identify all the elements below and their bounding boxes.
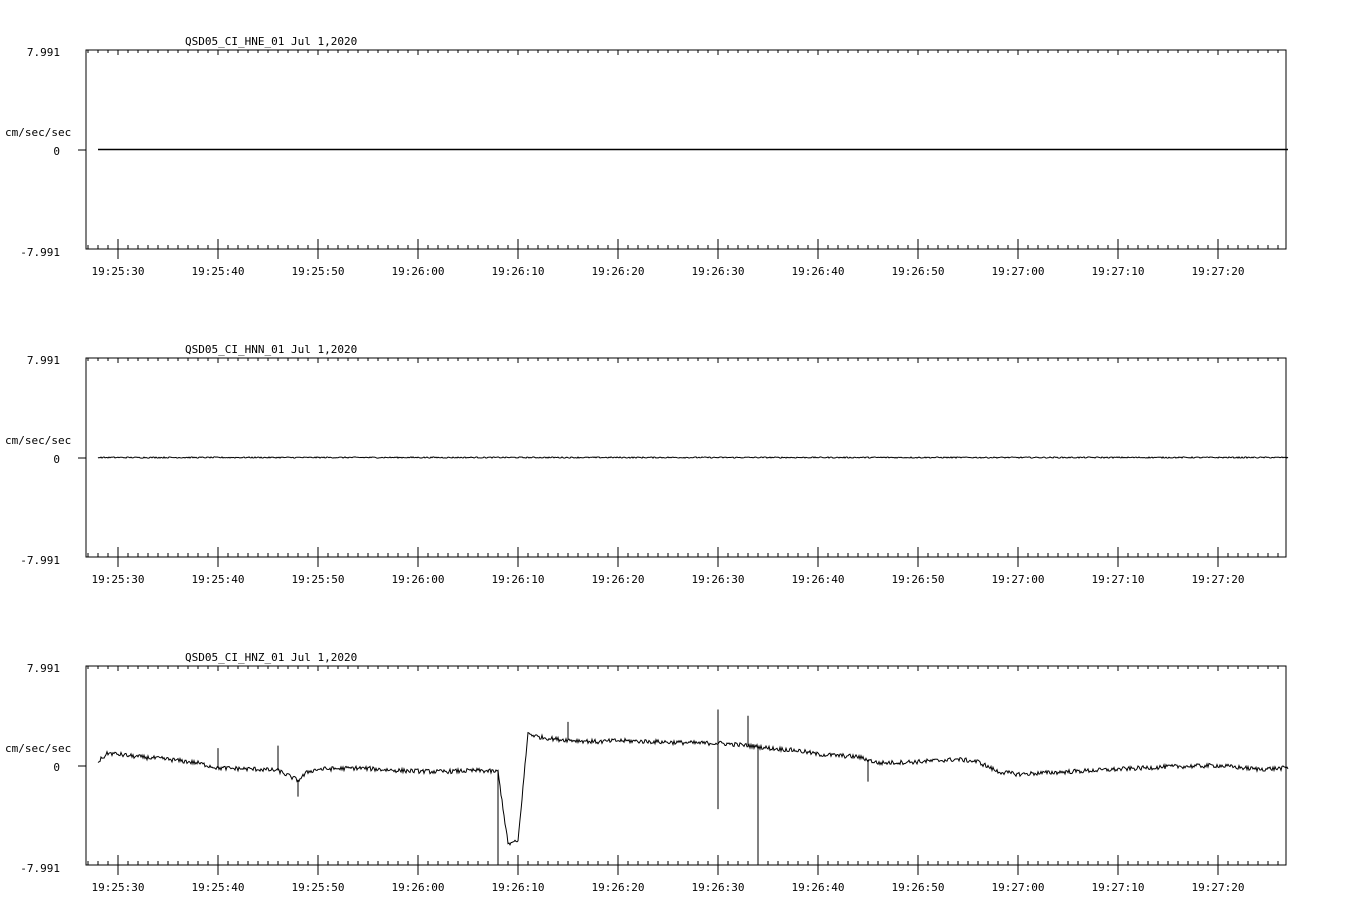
x-tick-label: 19:27:20 xyxy=(1192,265,1245,278)
x-tick-label: 19:26:30 xyxy=(692,881,745,894)
x-tick-label: 19:27:00 xyxy=(992,265,1045,278)
panel-title: QSD05_CI_HNN_01 Jul 1,2020 xyxy=(185,343,357,356)
x-tick-label: 19:26:00 xyxy=(392,573,445,586)
y-tick-bottom: -7.991 xyxy=(20,246,60,259)
x-tick-label: 19:26:50 xyxy=(892,573,945,586)
x-tick-label: 19:25:40 xyxy=(192,881,245,894)
panel-title: QSD05_CI_HNZ_01 Jul 1,2020 xyxy=(185,651,357,664)
x-tick-label: 19:26:20 xyxy=(592,265,645,278)
y-tick-zero: 0 xyxy=(53,453,60,466)
y-tick-zero: 0 xyxy=(53,145,60,158)
x-tick-label: 19:25:50 xyxy=(292,881,345,894)
y-tick-zero: 0 xyxy=(53,761,60,774)
x-tick-label: 19:26:50 xyxy=(892,265,945,278)
panel-hnn: QSD05_CI_HNN_01 Jul 1,2020 7.991 cm/sec/… xyxy=(5,343,1289,586)
x-tick-label: 19:25:40 xyxy=(192,265,245,278)
x-tick-label: 19:26:20 xyxy=(592,881,645,894)
series-line xyxy=(97,731,1289,846)
x-tick-label: 19:27:10 xyxy=(1092,881,1145,894)
x-tick-label: 19:27:10 xyxy=(1092,573,1145,586)
x-tick-label: 19:27:20 xyxy=(1192,881,1245,894)
x-tick-label: 19:25:30 xyxy=(92,573,145,586)
x-tick-label: 19:26:20 xyxy=(592,573,645,586)
x-tick-label: 19:26:10 xyxy=(492,881,545,894)
x-tick-labels: 19:25:30 19:25:40 19:25:50 19:26:00 19:26:10… xyxy=(92,557,1245,586)
x-tick-label: 19:27:20 xyxy=(1192,573,1245,586)
y-axis-label: cm/sec/sec xyxy=(5,434,71,447)
seismogram-figure: QSD05_CI_HNE_01 Jul 1,2020 7.991 cm/sec/… xyxy=(5,35,1289,894)
y-tick-bottom: -7.991 xyxy=(20,862,60,875)
x-tick-label: 19:26:00 xyxy=(392,881,445,894)
x-tick-label: 19:26:40 xyxy=(792,881,845,894)
series-line xyxy=(97,456,1289,459)
x-tick-labels: 19:25:30 19:25:40 19:25:50 19:26:00 19:26:10… xyxy=(92,249,1245,278)
y-tick-top: 7.991 xyxy=(27,46,60,59)
y-tick-top: 7.991 xyxy=(27,662,60,675)
plot-frame xyxy=(85,665,1287,866)
y-tick-bottom: -7.991 xyxy=(20,554,60,567)
x-tick-label: 19:26:40 xyxy=(792,265,845,278)
y-tick-top: 7.991 xyxy=(27,354,60,367)
x-tick-label: 19:27:10 xyxy=(1092,265,1145,278)
waveform-trace xyxy=(97,456,1289,459)
x-tick-labels: 19:25:30 19:25:40 19:25:50 19:26:00 19:26:10… xyxy=(92,865,1245,894)
x-tick-label: 19:26:40 xyxy=(792,573,845,586)
waveform-trace xyxy=(97,709,1289,865)
panel-hnz: QSD05_CI_HNZ_01 Jul 1,2020 7.991 cm/sec/… xyxy=(5,651,1289,894)
panel-hne: QSD05_CI_HNE_01 Jul 1,2020 7.991 cm/sec/… xyxy=(5,35,1288,278)
x-tick-label: 19:25:30 xyxy=(92,881,145,894)
x-tick-label: 19:26:00 xyxy=(392,265,445,278)
x-tick-label: 19:26:10 xyxy=(492,573,545,586)
x-tick-label: 19:26:30 xyxy=(692,265,745,278)
x-tick-label: 19:27:00 xyxy=(992,573,1045,586)
x-tick-label: 19:25:50 xyxy=(292,265,345,278)
y-axis-label: cm/sec/sec xyxy=(5,126,71,139)
x-tick-label: 19:26:30 xyxy=(692,573,745,586)
panel-title: QSD05_CI_HNE_01 Jul 1,2020 xyxy=(185,35,357,48)
x-tick-label: 19:26:50 xyxy=(892,881,945,894)
x-tick-label: 19:26:10 xyxy=(492,265,545,278)
x-tick-label: 19:27:00 xyxy=(992,881,1045,894)
y-axis-label: cm/sec/sec xyxy=(5,742,71,755)
x-tick-label: 19:25:50 xyxy=(292,573,345,586)
x-tick-label: 19:25:30 xyxy=(92,265,145,278)
x-tick-label: 19:25:40 xyxy=(192,573,245,586)
x-tick-marks xyxy=(87,666,1279,865)
